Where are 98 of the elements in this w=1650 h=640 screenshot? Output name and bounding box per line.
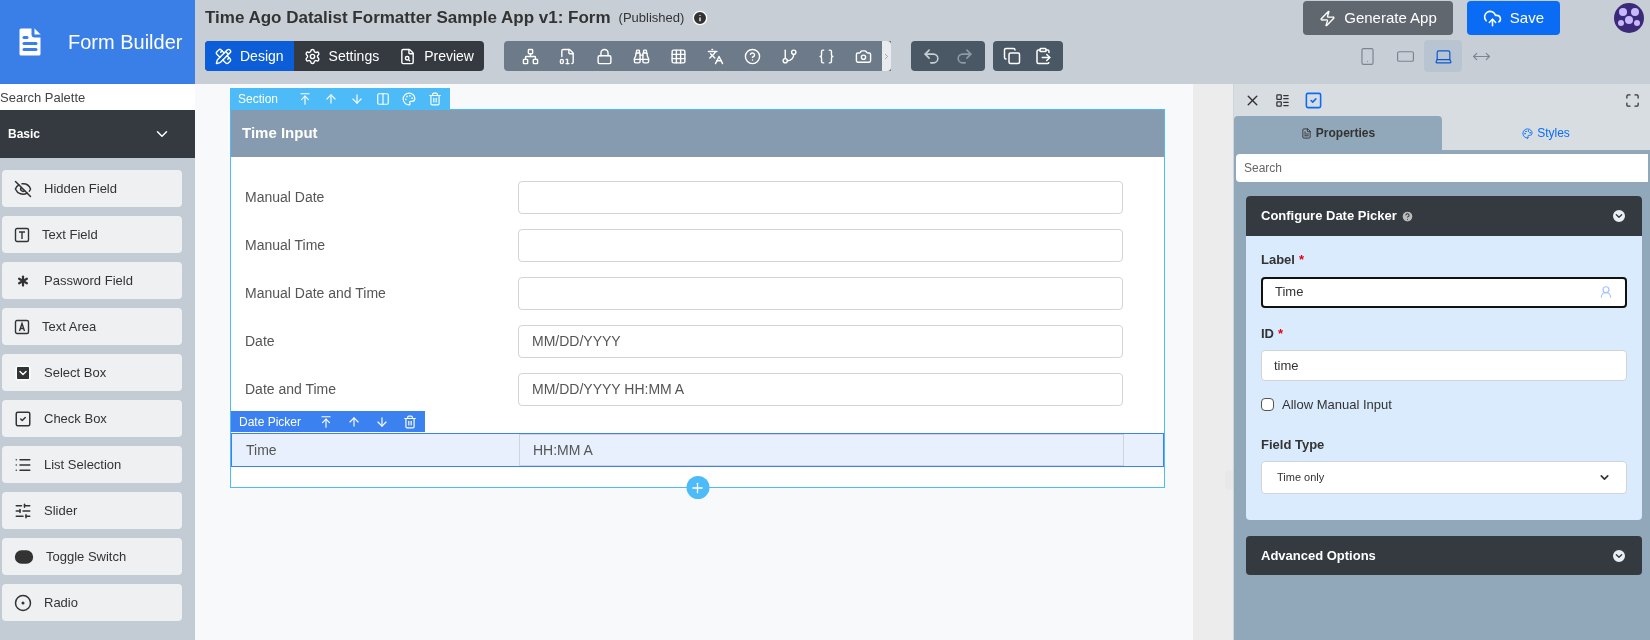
panel-tab[interactable]: Properties (1234, 116, 1442, 150)
required-mark: * (1278, 325, 1284, 341)
app-title: Form Builder (68, 30, 183, 55)
palette-item[interactable]: Text Field (2, 216, 182, 253)
paste-icon (1034, 47, 1053, 65)
palette-item[interactable]: Check Box (2, 400, 182, 437)
form-title: Time Ago Datalist Formatter Sample App v1: Form (205, 7, 611, 30)
fullscreen-icon[interactable] (1625, 92, 1640, 108)
required-mark: * (1298, 252, 1305, 267)
palette-item[interactable]: Slider (2, 492, 182, 529)
config-header[interactable]: Configure Date Picker (1246, 196, 1642, 236)
eye-off-icon (14, 179, 32, 198)
checkbox-icon[interactable] (1304, 90, 1323, 110)
palette-item[interactable]: List Selection (2, 446, 182, 483)
move-top-icon[interactable] (298, 91, 313, 106)
text-field[interactable] (518, 276, 1123, 310)
palette-item[interactable]: Password Field (2, 262, 182, 299)
section-toolbar-label: Section (238, 90, 279, 108)
field-label: ID * (1261, 324, 1285, 343)
camera-icon (855, 47, 872, 65)
text-box-icon (14, 318, 30, 335)
radio-icon (14, 593, 32, 612)
chevron-right-icon (882, 51, 891, 61)
translate-icon (707, 47, 724, 65)
trash-icon[interactable] (403, 414, 418, 429)
help-icon (1400, 209, 1414, 223)
file-search-icon (399, 47, 417, 65)
section-header: Time Input (231, 110, 1164, 157)
mode-tab[interactable]: Settings (293, 41, 390, 71)
category-header[interactable]: Basic (0, 110, 195, 158)
lock-icon (596, 47, 613, 65)
pencil-ruler-icon (215, 47, 232, 65)
field-label: Label * (1261, 251, 1306, 269)
move-top-icon[interactable] (319, 414, 334, 429)
mode-tab[interactable]: Design (205, 41, 294, 71)
branch-icon (781, 47, 798, 65)
redo-icon (955, 46, 974, 66)
text-field[interactable] (518, 228, 1123, 262)
field-label: Date (244, 331, 276, 351)
device-view-button[interactable] (1424, 40, 1462, 72)
scroll-button[interactable] (882, 41, 891, 71)
grid-icon (670, 47, 687, 65)
id-input[interactable]: time (1261, 350, 1627, 381)
search-field[interactable]: Search (1236, 154, 1648, 182)
panel-tab[interactable]: Styles (1442, 116, 1650, 150)
checkbox-icon (14, 409, 32, 428)
field-label: Field Type (1261, 435, 1326, 454)
add-button[interactable] (686, 476, 709, 499)
document-icon (559, 47, 576, 65)
element-toolbar-label: Date Picker (239, 413, 302, 431)
label-input[interactable]: Time (1261, 276, 1627, 308)
settings-icon (303, 47, 321, 65)
document-icon (1300, 127, 1312, 139)
undo-icon (922, 46, 941, 66)
cloud-upload-icon (1482, 8, 1502, 28)
panel-handle[interactable] (1225, 470, 1233, 490)
copy-icon (1003, 47, 1022, 65)
checkbox[interactable] (1261, 398, 1274, 412)
trash-icon[interactable] (428, 91, 443, 106)
info-icon (692, 10, 709, 26)
chevron-down-icon (1611, 208, 1627, 224)
help-icon (744, 47, 761, 65)
field-label: Manual Date (244, 187, 326, 207)
field-label: Manual Date and Time (244, 283, 387, 303)
palette-item[interactable]: Toggle Switch (2, 538, 182, 575)
columns-icon[interactable] (376, 91, 391, 106)
sitemap-icon (522, 47, 539, 65)
palette-item[interactable]: Hidden Field (2, 170, 182, 207)
braces-icon (818, 47, 835, 65)
chevron-down-icon (1611, 547, 1627, 564)
save-button[interactable]: Save (1466, 1, 1560, 35)
field-label: Date and Time (244, 379, 338, 399)
mode-tab[interactable]: Preview (389, 41, 484, 71)
search-field[interactable]: Search Palette (0, 84, 195, 110)
text-field[interactable]: MM/DD/YYYY HH:MM A (518, 372, 1123, 406)
person-icon (1599, 285, 1613, 299)
binoculars-icon (633, 47, 650, 65)
text-field[interactable]: MM/DD/YYYY (518, 324, 1123, 358)
lightning-icon (1319, 9, 1337, 27)
field-type-select[interactable]: Time only (1261, 461, 1627, 494)
palette-item[interactable]: Radio (2, 584, 182, 621)
field-label: Manual Time (244, 235, 327, 255)
text-box-icon (14, 226, 30, 243)
status-label: (Published) (618, 9, 685, 28)
avatar (1614, 3, 1644, 33)
palette-item[interactable]: Text Area (2, 308, 182, 345)
text-field[interactable] (518, 180, 1123, 214)
sliders-icon (14, 501, 32, 520)
field-label: Time (245, 440, 278, 460)
generate-button[interactable]: Generate App (1303, 1, 1453, 35)
text-field[interactable]: HH:MM A (519, 434, 1124, 466)
advanced-header[interactable]: Advanced Options (1246, 536, 1642, 575)
palette-icon (1522, 127, 1534, 139)
dropdown-icon (14, 363, 32, 382)
palette-icon[interactable] (402, 91, 417, 106)
palette-item[interactable]: Select Box (2, 354, 182, 391)
checkbox-label: Allow Manual Input (1282, 396, 1392, 414)
panel-icon[interactable] (1275, 92, 1290, 108)
